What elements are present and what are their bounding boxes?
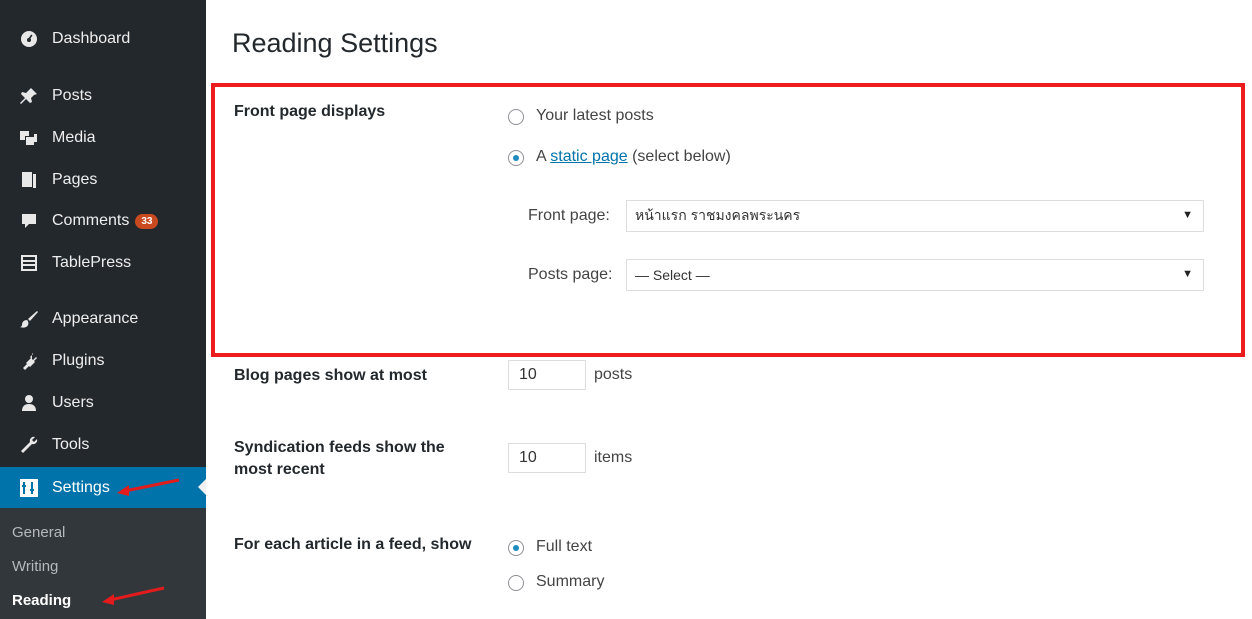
sidebar-item-label: Plugins [52, 352, 105, 369]
sidebar-item-label: TablePress [52, 254, 132, 271]
chevron-down-icon: ▼ [1182, 268, 1193, 280]
front-page-select-value: หน้าแรก ราชมงคลพระนคร [635, 207, 801, 223]
chevron-down-icon: ▼ [1182, 209, 1193, 221]
syndication-input[interactable]: 10 [508, 443, 586, 473]
pin-icon [18, 85, 40, 107]
front-page-displays-label: Front page displays [234, 103, 386, 120]
posts-page-select-label: Posts page: [528, 266, 613, 283]
sidebar-item-label: Posts [52, 87, 93, 104]
posts-page-select-value: — Select — [635, 267, 710, 283]
sidebar-item-label: Users [52, 394, 94, 411]
sidebar-item-label: Appearance [52, 310, 139, 327]
feed-article-label: For each article in a feed, show [234, 536, 472, 553]
sidebar-item-dashboard[interactable]: Dashboard [0, 19, 206, 59]
syndication-unit: items [594, 449, 633, 466]
sidebar-item-label: Dashboard [52, 30, 131, 47]
media-icon [18, 127, 40, 149]
users-icon [18, 392, 40, 414]
settings-icon [18, 477, 40, 499]
sidebar-item-pages[interactable]: Pages [0, 160, 206, 200]
sidebar-item-media[interactable]: Media [0, 118, 206, 158]
blog-pages-unit: posts [594, 366, 633, 383]
sidebar-item-label: Tools [52, 436, 90, 453]
table-icon [18, 252, 40, 274]
radio-full-text-label: Full text [536, 538, 593, 555]
sidebar-item-label: Settings [52, 478, 110, 496]
radio-full-text[interactable] [508, 540, 524, 556]
annotation-arrow [102, 586, 165, 605]
sidebar-item-users[interactable]: Users [0, 383, 206, 423]
radio-summary-label: Summary [536, 573, 605, 590]
submenu-item-general[interactable]: General [12, 524, 65, 541]
radio-summary[interactable] [508, 575, 524, 591]
blog-pages-input[interactable]: 10 [508, 360, 586, 390]
main-content: Reading Settings Front page displays You… [206, 0, 1252, 619]
sidebar-item-comments[interactable]: Comments 33 [0, 201, 206, 241]
sidebar-item-appearance[interactable]: Appearance [0, 299, 206, 339]
posts-page-select[interactable]: — Select — ▼ [626, 259, 1204, 291]
admin-sidebar: Dashboard Posts Media Pages Comments 33 … [0, 0, 206, 619]
radio-static-page[interactable] [508, 150, 524, 166]
radio-static-page-label: A static page (select below) [536, 148, 731, 165]
submenu-item-writing[interactable]: Writing [12, 558, 58, 575]
pages-icon [18, 169, 40, 191]
sidebar-item-tablepress[interactable]: TablePress [0, 243, 206, 283]
radio-latest-posts-label: Your latest posts [536, 107, 654, 124]
submenu-item-reading[interactable]: Reading [12, 592, 71, 609]
annotation-arrow [117, 478, 180, 496]
plug-icon [18, 350, 40, 372]
sidebar-item-label: Comments [52, 212, 130, 229]
radio-latest-posts[interactable] [508, 109, 524, 125]
sidebar-item-posts[interactable]: Posts [0, 76, 206, 116]
comment-icon [18, 210, 40, 232]
sidebar-item-tools[interactable]: Tools [0, 425, 206, 465]
sidebar-item-label: Pages [52, 171, 98, 188]
sidebar-item-label: Media [52, 129, 96, 146]
brush-icon [18, 308, 40, 330]
wrench-icon [18, 434, 40, 456]
dashboard-icon [18, 28, 40, 50]
page-title: Reading Settings [232, 28, 438, 58]
front-page-select-label: Front page: [528, 207, 610, 224]
front-page-select[interactable]: หน้าแรก ราชมงคลพระนคร ▼ [626, 200, 1204, 232]
static-page-link[interactable]: static page [550, 148, 627, 165]
syndication-label: Syndication feeds show the most recent [234, 439, 445, 478]
blog-pages-label: Blog pages show at most [234, 367, 427, 384]
sidebar-item-plugins[interactable]: Plugins [0, 341, 206, 381]
comment-count-badge: 33 [135, 213, 159, 229]
